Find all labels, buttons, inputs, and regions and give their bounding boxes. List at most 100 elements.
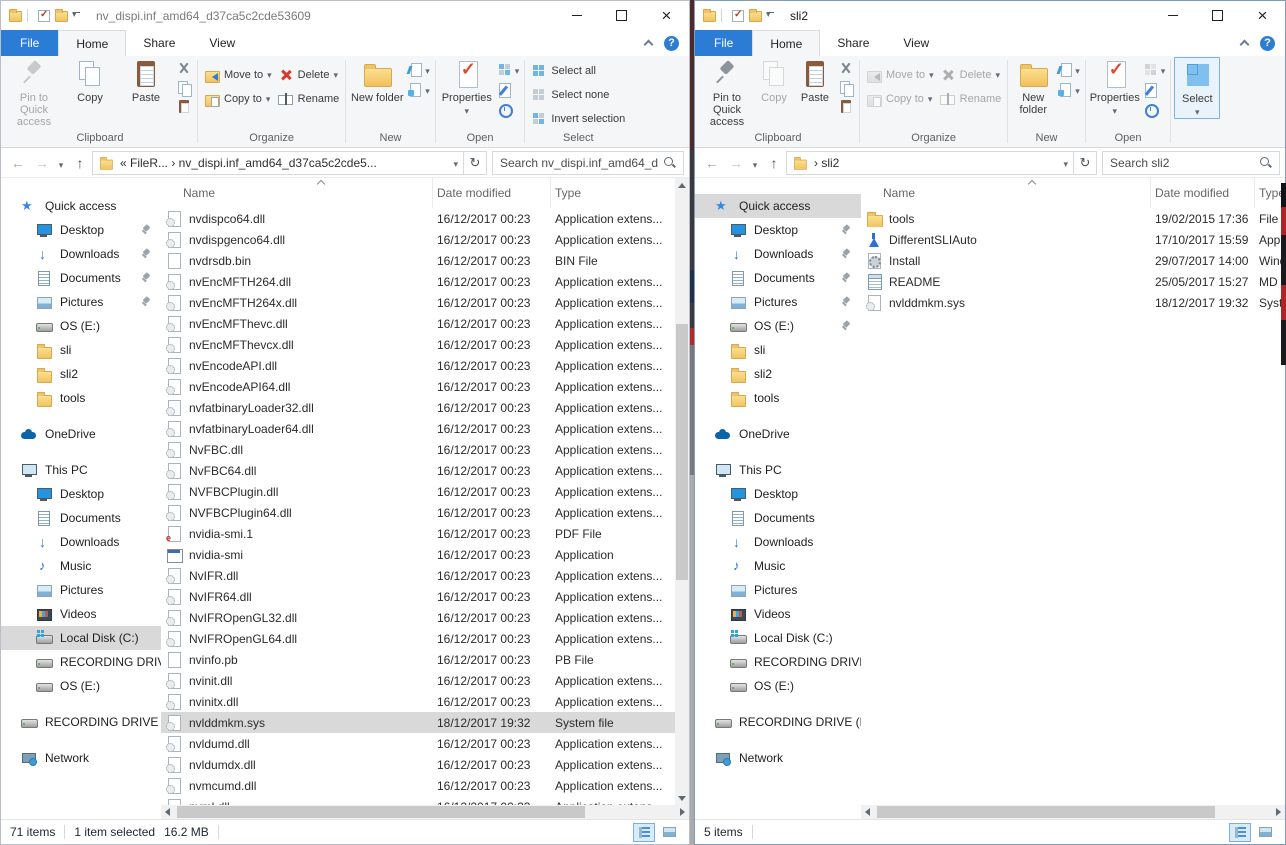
- column-header-type[interactable]: Type: [551, 178, 689, 208]
- scrollbar-track[interactable]: [175, 805, 675, 819]
- paste-shortcut-icon[interactable]: [838, 99, 854, 115]
- sidebar-item-downloads[interactable]: Downloads: [1, 242, 161, 266]
- sidebar-item-recording-drive-d[interactable]: RECORDING DRIVE (D: [1, 710, 161, 734]
- help-icon[interactable]: ?: [664, 36, 679, 51]
- select-button[interactable]: Select: [1174, 57, 1220, 119]
- tab-home[interactable]: Home: [752, 30, 820, 56]
- maximize-button[interactable]: [599, 1, 644, 30]
- sidebar-item-os-e[interactable]: OS (E:): [1, 674, 161, 698]
- large-icons-view-button[interactable]: [658, 823, 680, 842]
- select-all-button[interactable]: Select all: [528, 61, 628, 81]
- file-row-nvifropengl32-dll[interactable]: NvIFROpenGL32.dll 16/12/2017 00:23 Appli…: [161, 607, 689, 628]
- copy-path-icon[interactable]: [838, 80, 854, 96]
- paste-button[interactable]: Paste: [118, 57, 174, 104]
- refresh-icon[interactable]: [1074, 151, 1097, 175]
- horizontal-scrollbar[interactable]: [861, 805, 1285, 819]
- sidebar-item-sli[interactable]: sli: [695, 338, 861, 362]
- file-row-nvencmfthevcx-dll[interactable]: nvEncMFThevcx.dll 16/12/2017 00:23 Appli…: [161, 334, 689, 355]
- file-row-nvdispco64-dll[interactable]: nvdispco64.dll 16/12/2017 00:23 Applicat…: [161, 208, 689, 229]
- sidebar-item-recording-drive[interactable]: RECORDING DRIVE: [695, 650, 861, 674]
- maximize-button[interactable]: [1195, 1, 1240, 30]
- sidebar-item-quick-access[interactable]: Quick access: [695, 194, 861, 218]
- search-box[interactable]: Search nv_dispi.inf_amd64_d3...: [492, 151, 684, 175]
- sidebar-item-music[interactable]: Music: [1, 554, 161, 578]
- new-folder-button[interactable]: New folder: [1011, 57, 1055, 116]
- close-button[interactable]: [644, 1, 689, 30]
- sidebar-item-desktop[interactable]: Desktop: [1, 218, 161, 242]
- properties-quick-icon[interactable]: [38, 10, 50, 22]
- open-button[interactable]: [497, 61, 520, 78]
- forward-button[interactable]: [30, 155, 54, 171]
- invert-selection-button[interactable]: Invert selection: [528, 109, 628, 129]
- sidebar-item-local-disk-c[interactable]: Local Disk (C:): [695, 626, 861, 650]
- file-row-nvfbcplugin-dll[interactable]: NVFBCPlugin.dll 16/12/2017 00:23 Applica…: [161, 481, 689, 502]
- sidebar-item-desktop[interactable]: Desktop: [695, 482, 861, 506]
- properties-button[interactable]: Properties: [1089, 57, 1141, 117]
- address-bar[interactable]: « FileR... › nv_dispi.inf_amd64_d37ca5c2…: [92, 151, 464, 175]
- sidebar-item-videos[interactable]: Videos: [695, 602, 861, 626]
- address-bar[interactable]: › sli2: [786, 151, 1074, 175]
- file-row-nvencmfth264-dll[interactable]: nvEncMFTH264.dll 16/12/2017 00:23 Applic…: [161, 271, 689, 292]
- cut-icon[interactable]: [838, 61, 854, 77]
- delete-button[interactable]: Delete: [275, 65, 343, 85]
- minimize-button[interactable]: [554, 1, 599, 30]
- scroll-down-icon[interactable]: [675, 791, 689, 805]
- breadcrumb[interactable]: « FileR... › nv_dispi.inf_amd64_d37ca5c2…: [120, 156, 447, 170]
- cut-icon[interactable]: [176, 61, 192, 77]
- scrollbar-track[interactable]: [675, 192, 689, 791]
- sidebar-item-this-pc[interactable]: This PC: [1, 458, 161, 482]
- edit-button[interactable]: [497, 81, 520, 98]
- collapse-ribbon-icon[interactable]: [1240, 40, 1250, 50]
- rename-button[interactable]: Rename: [275, 89, 343, 109]
- scroll-left-icon[interactable]: [861, 805, 875, 819]
- sidebar-item-recording-drive-d[interactable]: RECORDING DRIVE (D: [695, 710, 861, 734]
- file-row-nvinit-dll[interactable]: nvinit.dll 16/12/2017 00:23 Application …: [161, 670, 689, 691]
- up-button[interactable]: [762, 155, 786, 171]
- file-row-nvidia-smi-1[interactable]: nvidia-smi.1 16/12/2017 00:23 PDF File: [161, 523, 689, 544]
- sidebar-item-recording-drive[interactable]: RECORDING DRIVE: [1, 650, 161, 674]
- address-dropdown-icon[interactable]: [1063, 156, 1068, 170]
- paste-button[interactable]: Paste: [794, 57, 836, 104]
- column-header-name[interactable]: Name: [861, 178, 1151, 208]
- back-button[interactable]: [6, 155, 30, 171]
- new-item-button[interactable]: [1057, 81, 1080, 98]
- large-icons-view-button[interactable]: [1254, 823, 1276, 842]
- edit-button[interactable]: [1143, 81, 1166, 98]
- copy-button[interactable]: Copy: [62, 57, 118, 104]
- sidebar-item-network[interactable]: Network: [1, 746, 161, 770]
- breadcrumb[interactable]: › sli2: [814, 156, 1057, 170]
- file-row-nvdrsdb-bin[interactable]: nvdrsdb.bin 16/12/2017 00:23 BIN File: [161, 250, 689, 271]
- sidebar-item-tools[interactable]: tools: [695, 386, 861, 410]
- scroll-left-icon[interactable]: [161, 805, 175, 819]
- sidebar-item-documents[interactable]: Documents: [695, 506, 861, 530]
- sidebar-item-videos[interactable]: Videos: [1, 602, 161, 626]
- move-to-button[interactable]: Move to: [201, 65, 275, 85]
- history-button[interactable]: [1143, 101, 1166, 118]
- recent-locations-icon[interactable]: [54, 155, 68, 171]
- file-row-nvfatbinaryloader32-dll[interactable]: nvfatbinaryLoader32.dll 16/12/2017 00:23…: [161, 397, 689, 418]
- file-menu-button[interactable]: File: [1, 30, 58, 56]
- file-row-nvfbc64-dll[interactable]: NvFBC64.dll 16/12/2017 00:23 Application…: [161, 460, 689, 481]
- scroll-up-icon[interactable]: [675, 178, 689, 192]
- sidebar-item-sli2[interactable]: sli2: [695, 362, 861, 386]
- copy-to-button[interactable]: Copy to: [201, 89, 275, 109]
- up-button[interactable]: [68, 155, 92, 171]
- details-view-button[interactable]: [1229, 823, 1251, 842]
- file-row-nvifr64-dll[interactable]: NvIFR64.dll 16/12/2017 00:23 Application…: [161, 586, 689, 607]
- forward-button[interactable]: [724, 155, 748, 171]
- sidebar-item-documents[interactable]: Documents: [695, 266, 861, 290]
- tab-share[interactable]: Share: [126, 30, 192, 56]
- column-header-name[interactable]: Name: [161, 178, 433, 208]
- file-row-nvfbc-dll[interactable]: NvFBC.dll 16/12/2017 00:23 Application e…: [161, 439, 689, 460]
- file-row-nvmcumd-dll[interactable]: nvmcumd.dll 16/12/2017 00:23 Application…: [161, 775, 689, 796]
- sidebar-item-tools[interactable]: tools: [1, 386, 161, 410]
- file-row-nvifropengl64-dll[interactable]: NvIFROpenGL64.dll 16/12/2017 00:23 Appli…: [161, 628, 689, 649]
- file-row-nvfatbinaryloader64-dll[interactable]: nvfatbinaryLoader64.dll 16/12/2017 00:23…: [161, 418, 689, 439]
- sidebar-item-pictures[interactable]: Pictures: [1, 578, 161, 602]
- file-row-nvencmfth264x-dll[interactable]: nvEncMFTH264x.dll 16/12/2017 00:23 Appli…: [161, 292, 689, 313]
- file-row-nvlddmkm-sys[interactable]: nvlddmkm.sys 18/12/2017 19:32 System fil…: [161, 712, 689, 733]
- details-view-button[interactable]: [633, 823, 655, 842]
- file-row-nvldumdx-dll[interactable]: nvldumdx.dll 16/12/2017 00:23 Applicatio…: [161, 754, 689, 775]
- delete-button[interactable]: Delete: [937, 65, 1005, 85]
- sidebar-item-onedrive[interactable]: OneDrive: [695, 422, 861, 446]
